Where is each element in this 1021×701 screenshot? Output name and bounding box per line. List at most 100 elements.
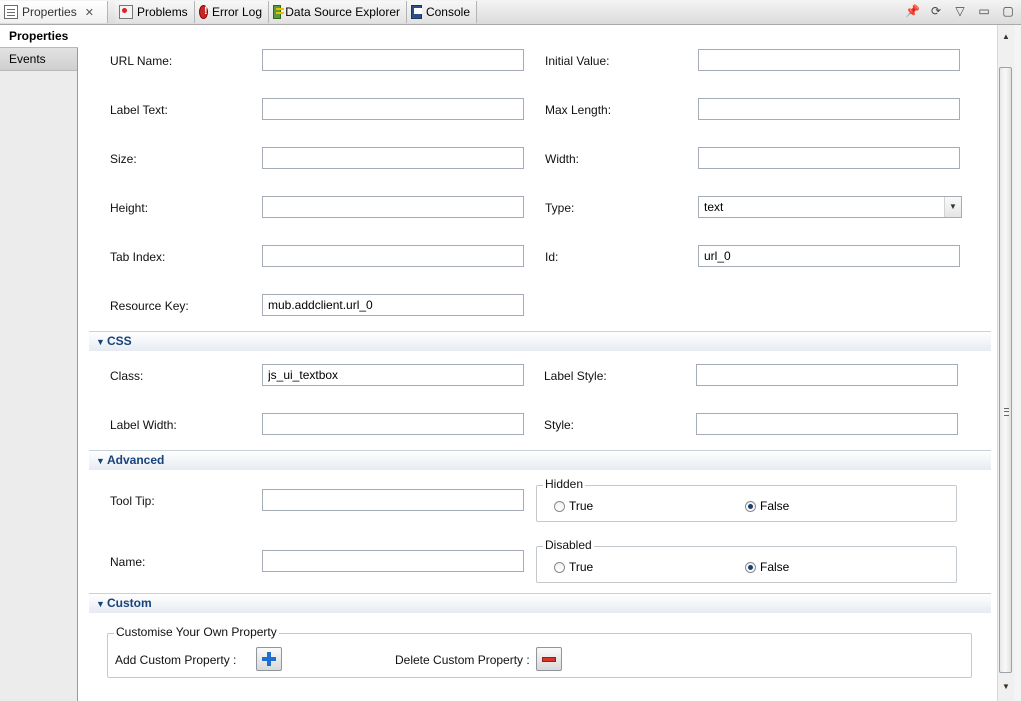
id-input[interactable] <box>698 245 960 267</box>
custom-section-header[interactable]: ▼ Custom <box>89 593 991 613</box>
url-name-label: URL Name: <box>110 54 173 68</box>
expand-triangle-icon: ▼ <box>96 599 105 609</box>
resource-key-input[interactable] <box>262 294 524 316</box>
problems-icon <box>119 5 133 19</box>
tab-properties[interactable]: Properties ✕ <box>0 1 108 23</box>
class-input[interactable] <box>262 364 524 386</box>
label-width-input[interactable] <box>262 413 524 435</box>
tool-tip-label: Tool Tip: <box>110 494 155 508</box>
chevron-down-icon[interactable]: ▼ <box>944 197 961 217</box>
hidden-group: Hidden True False <box>536 477 957 522</box>
expand-triangle-icon: ▼ <box>96 337 105 347</box>
disabled-legend: Disabled <box>543 538 594 552</box>
height-label: Height: <box>110 201 149 215</box>
disabled-true-label: True <box>569 560 594 574</box>
tool-tip-input[interactable] <box>262 489 524 511</box>
minus-icon <box>542 656 556 662</box>
style-input[interactable] <box>696 413 958 435</box>
grip-icon <box>1004 408 1009 416</box>
disabled-group: Disabled True False <box>536 538 957 583</box>
url-name-input[interactable] <box>262 49 524 71</box>
properties-nav: Properties Events <box>0 25 78 701</box>
id-label: Id: <box>545 250 559 264</box>
tab-console[interactable]: Console <box>407 1 477 23</box>
right-frame <box>1014 25 1021 701</box>
delete-custom-property-label: Delete Custom Property : <box>395 653 530 667</box>
hidden-true-label: True <box>569 499 594 513</box>
label-text-input[interactable] <box>262 98 524 120</box>
tab-console-label: Console <box>425 5 470 19</box>
class-label: Class: <box>110 369 144 383</box>
size-label: Size: <box>110 152 137 166</box>
delete-custom-property-button[interactable] <box>536 647 562 671</box>
css-section-title: CSS <box>107 334 132 348</box>
max-length-input[interactable] <box>698 98 960 120</box>
expand-triangle-icon: ▼ <box>96 456 105 466</box>
name-input[interactable] <box>262 550 524 572</box>
scroll-down-icon[interactable]: ▼ <box>998 679 1014 695</box>
radio-on-icon <box>745 561 756 573</box>
pin-icon[interactable]: 📌 <box>905 4 920 18</box>
tab-error-log-label: Error Log <box>211 5 262 19</box>
tab-index-input[interactable] <box>262 245 524 267</box>
tab-error-log[interactable]: Error Log <box>195 1 269 23</box>
tab-properties-label: Properties <box>22 5 77 19</box>
tab-index-label: Tab Index: <box>110 250 166 264</box>
advanced-section-title: Advanced <box>107 453 165 467</box>
radio-off-icon <box>554 500 565 512</box>
refresh-icon[interactable]: ⟳ <box>929 4 943 18</box>
minimize-icon[interactable]: ▭ <box>977 4 991 18</box>
tab-data-source-explorer[interactable]: Data Source Explorer <box>269 1 407 23</box>
hidden-true-radio[interactable]: True <box>554 499 593 513</box>
initial-value-input[interactable] <box>698 49 960 71</box>
add-custom-property-button[interactable] <box>256 647 282 671</box>
advanced-section-header[interactable]: ▼ Advanced <box>89 450 991 470</box>
name-label: Name: <box>110 555 146 569</box>
label-text-label: Label Text: <box>110 103 168 117</box>
maximize-icon[interactable]: ▢ <box>1001 4 1015 18</box>
vertical-scrollbar[interactable]: ▲ ▼ <box>997 25 1014 701</box>
width-label: Width: <box>545 152 580 166</box>
custom-property-group: Customise Your Own Property Add Custom P… <box>107 625 972 678</box>
add-custom-property-label: Add Custom Property : <box>115 653 237 667</box>
resource-key-label: Resource Key: <box>110 299 189 313</box>
disabled-false-label: False <box>760 560 790 574</box>
type-select[interactable]: text ▼ <box>698 196 962 218</box>
view-menu-icon[interactable]: ▽ <box>953 4 967 18</box>
view-tab-bar: Properties ✕ Problems Error Log Data Sou… <box>0 0 1021 25</box>
custom-section-title: Custom <box>107 596 152 610</box>
tab-problems[interactable]: Problems <box>115 1 195 23</box>
scrollbar-thumb[interactable] <box>999 67 1012 673</box>
label-style-input[interactable] <box>696 364 958 386</box>
hidden-legend: Hidden <box>543 477 586 491</box>
disabled-true-radio[interactable]: True <box>554 560 593 574</box>
error-log-icon <box>199 5 208 19</box>
tab-data-source-explorer-label: Data Source Explorer <box>285 5 400 19</box>
style-label: Style: <box>544 418 575 432</box>
type-select-value: text <box>704 200 724 214</box>
radio-off-icon <box>554 561 565 573</box>
close-icon[interactable]: ✕ <box>85 6 94 19</box>
nav-item-events[interactable]: Events <box>0 48 77 71</box>
disabled-false-radio[interactable]: False <box>745 560 789 574</box>
plus-icon <box>262 652 276 666</box>
type-label: Type: <box>545 201 575 215</box>
hidden-false-label: False <box>760 499 790 513</box>
label-style-label: Label Style: <box>544 369 607 383</box>
tab-problems-label: Problems <box>137 5 188 19</box>
custom-property-legend: Customise Your Own Property <box>114 625 279 639</box>
console-icon <box>411 5 422 19</box>
width-input[interactable] <box>698 147 960 169</box>
size-input[interactable] <box>262 147 524 169</box>
nav-item-properties[interactable]: Properties <box>0 25 78 48</box>
initial-value-label: Initial Value: <box>545 54 610 68</box>
css-section-header[interactable]: ▼ CSS <box>89 331 991 351</box>
hidden-false-radio[interactable]: False <box>745 499 789 513</box>
scroll-up-icon[interactable]: ▲ <box>998 29 1014 45</box>
height-input[interactable] <box>262 196 524 218</box>
properties-icon <box>4 5 18 19</box>
max-length-label: Max Length: <box>545 103 612 117</box>
label-width-label: Label Width: <box>110 418 177 432</box>
view-toolbar: 📌 ⟳ ▽ ▭ ▢ <box>905 4 1015 18</box>
properties-content: URL Name: Initial Value: Label Text: Max… <box>79 25 997 701</box>
